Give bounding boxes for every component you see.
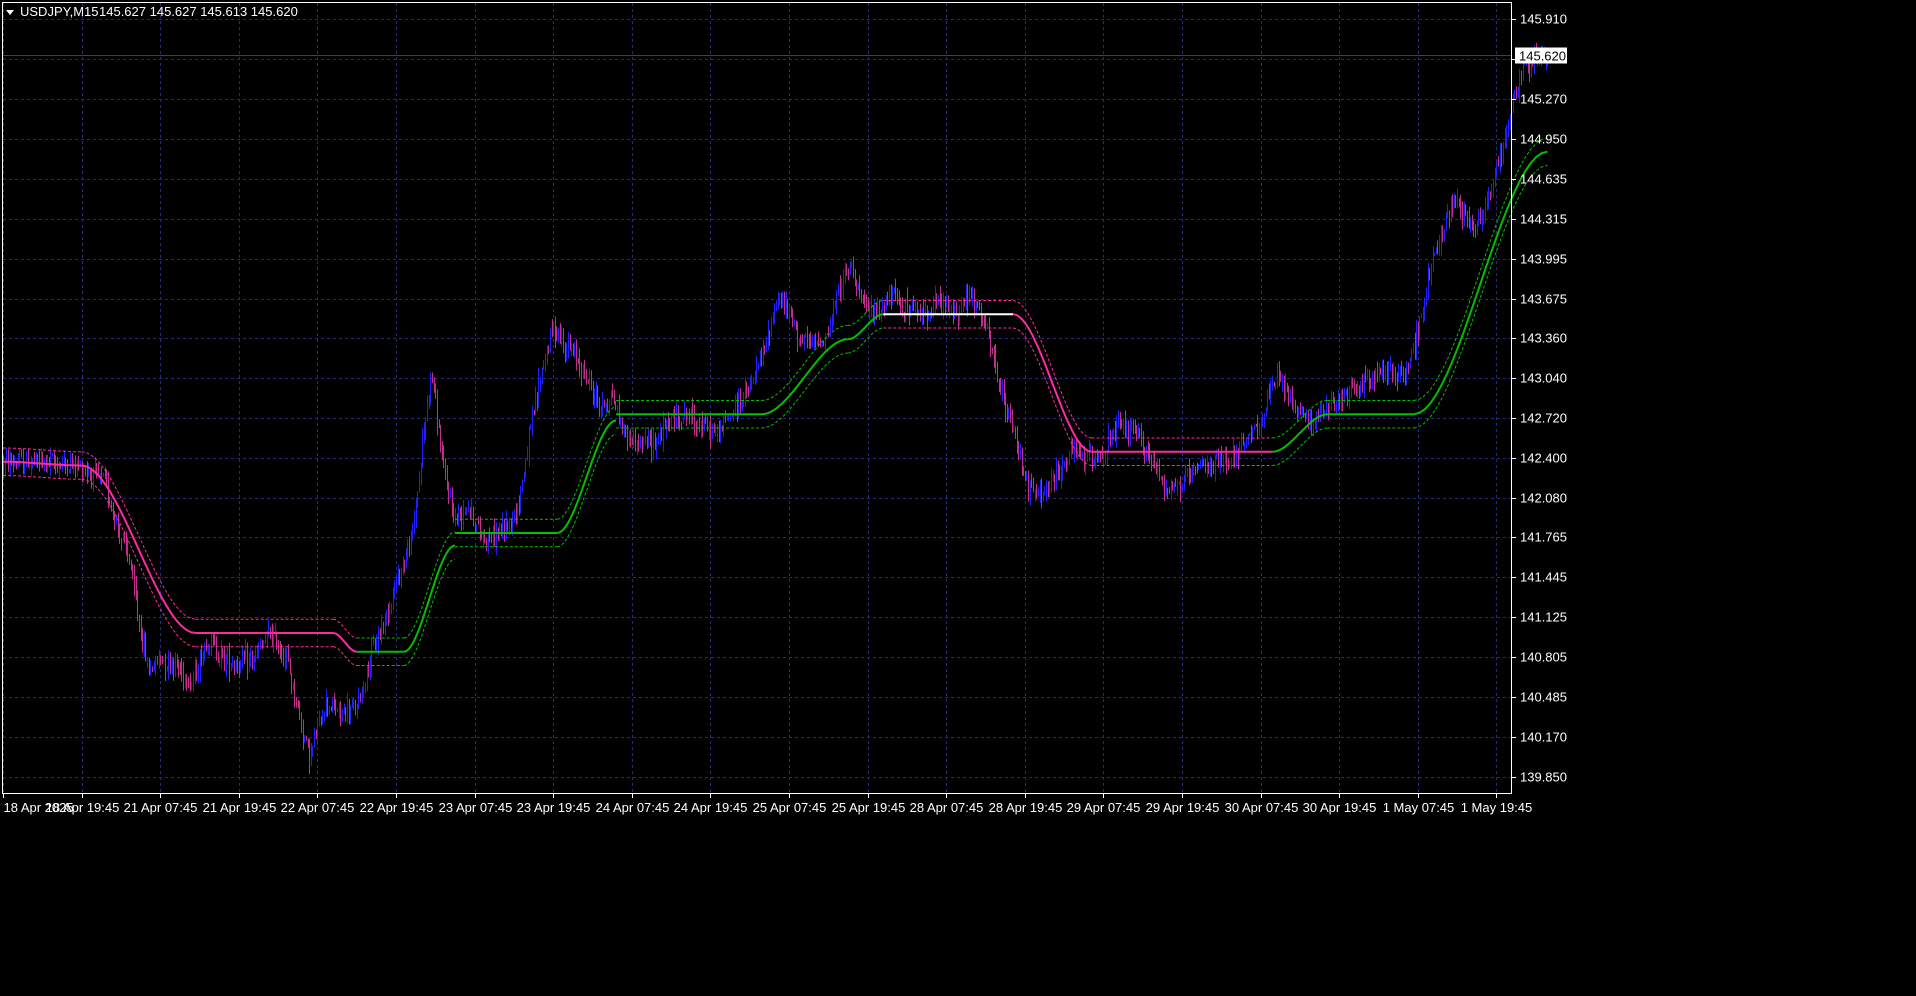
- current-price-tag-text: 145.620: [1519, 49, 1566, 64]
- price-tick-label: 141.765: [1520, 530, 1567, 545]
- trend-line: [333, 632, 357, 653]
- envelope-upper: [557, 406, 617, 520]
- price-tick-label: 143.675: [1520, 292, 1567, 307]
- price-axis[interactable]: 145.910145.590145.270144.950144.635144.3…: [1511, 12, 1567, 785]
- price-chart[interactable]: 145.910145.590145.270144.950144.635144.3…: [0, 0, 1916, 996]
- price-tick-label: 142.720: [1520, 411, 1567, 426]
- time-tick-label: 25 Apr 07:45: [753, 800, 827, 815]
- trend-line: [403, 544, 456, 653]
- time-tick-label: 28 Apr 07:45: [910, 800, 984, 815]
- current-price-tag: 145.620: [1515, 47, 1567, 64]
- time-tick-label: 21 Apr 19:45: [203, 800, 277, 815]
- trend-band-layer: [2, 137, 1548, 666]
- envelope-upper: [3, 447, 82, 453]
- ohlc-readout: 145.627 145.627 145.613 145.620: [99, 4, 298, 19]
- time-tick-label: 22 Apr 07:45: [281, 800, 355, 815]
- time-tick-label: 22 Apr 19:45: [360, 800, 434, 815]
- chart-window[interactable]: 145.910145.590145.270144.950144.635144.3…: [0, 0, 1916, 996]
- price-tick-label: 140.485: [1520, 690, 1567, 705]
- time-axis[interactable]: 18 Apr 202518 Apr 19:45 21 Apr 07:45 21 Ap…: [3, 793, 1533, 815]
- time-tick-label: 30 Apr 07:45: [1225, 800, 1299, 815]
- trend-line: [1012, 313, 1092, 453]
- symbol-label: USDJPY,M15: [20, 4, 99, 19]
- trend-line: [1272, 413, 1328, 453]
- price-tick-label: 144.635: [1520, 172, 1567, 187]
- price-tick-label: 144.315: [1520, 212, 1567, 227]
- time-tick-label: 29 Apr 19:45: [1146, 800, 1220, 815]
- triangle-down-icon[interactable]: [6, 10, 14, 15]
- envelope-lower: [3, 475, 82, 480]
- price-tick-label: 140.805: [1520, 650, 1567, 665]
- price-tick-label: 139.850: [1520, 770, 1567, 785]
- price-tick-label: 144.950: [1520, 132, 1567, 147]
- price-tick-label: 143.360: [1520, 331, 1567, 346]
- time-tick-label: 24 Apr 07:45: [596, 800, 670, 815]
- envelope-lower: [557, 433, 617, 548]
- chart-header[interactable]: USDJPY,M15 145.627 145.627 145.613 145.6…: [6, 4, 298, 19]
- time-tick-label: 1 May 19:45: [1461, 800, 1533, 815]
- price-tick-label: 145.270: [1520, 92, 1567, 107]
- price-tick-label: 145.910: [1520, 12, 1567, 27]
- time-tick-label: 18 Apr 19:45: [46, 800, 120, 815]
- price-tick-label: 143.995: [1520, 252, 1567, 267]
- trend-line: [556, 419, 617, 534]
- time-tick-label: 28 Apr 19:45: [989, 800, 1063, 815]
- envelope-lower: [403, 558, 456, 666]
- price-tick-label: 142.400: [1520, 451, 1567, 466]
- price-tick-label: 142.080: [1520, 491, 1567, 506]
- time-tick-label: 21 Apr 07:45: [124, 800, 198, 815]
- time-tick-label: 23 Apr 07:45: [439, 800, 513, 815]
- time-tick-label: 1 May 07:45: [1383, 800, 1455, 815]
- price-tick-label: 141.125: [1520, 610, 1567, 625]
- time-tick-label: 30 Apr 19:45: [1303, 800, 1377, 815]
- trend-line: [81, 464, 196, 634]
- price-tick-label: 141.445: [1520, 570, 1567, 585]
- trend-line: [847, 313, 884, 341]
- time-tick-label: 25 Apr 19:45: [832, 800, 906, 815]
- envelope-lower: [761, 352, 848, 429]
- price-tick-label: 143.040: [1520, 371, 1567, 386]
- time-tick-label: 24 Apr 19:45: [674, 800, 748, 815]
- price-tick-label: 140.170: [1520, 730, 1567, 745]
- time-tick-label: 29 Apr 07:45: [1067, 800, 1141, 815]
- envelope-lower: [847, 327, 884, 354]
- time-tick-label: 23 Apr 19:45: [517, 800, 591, 815]
